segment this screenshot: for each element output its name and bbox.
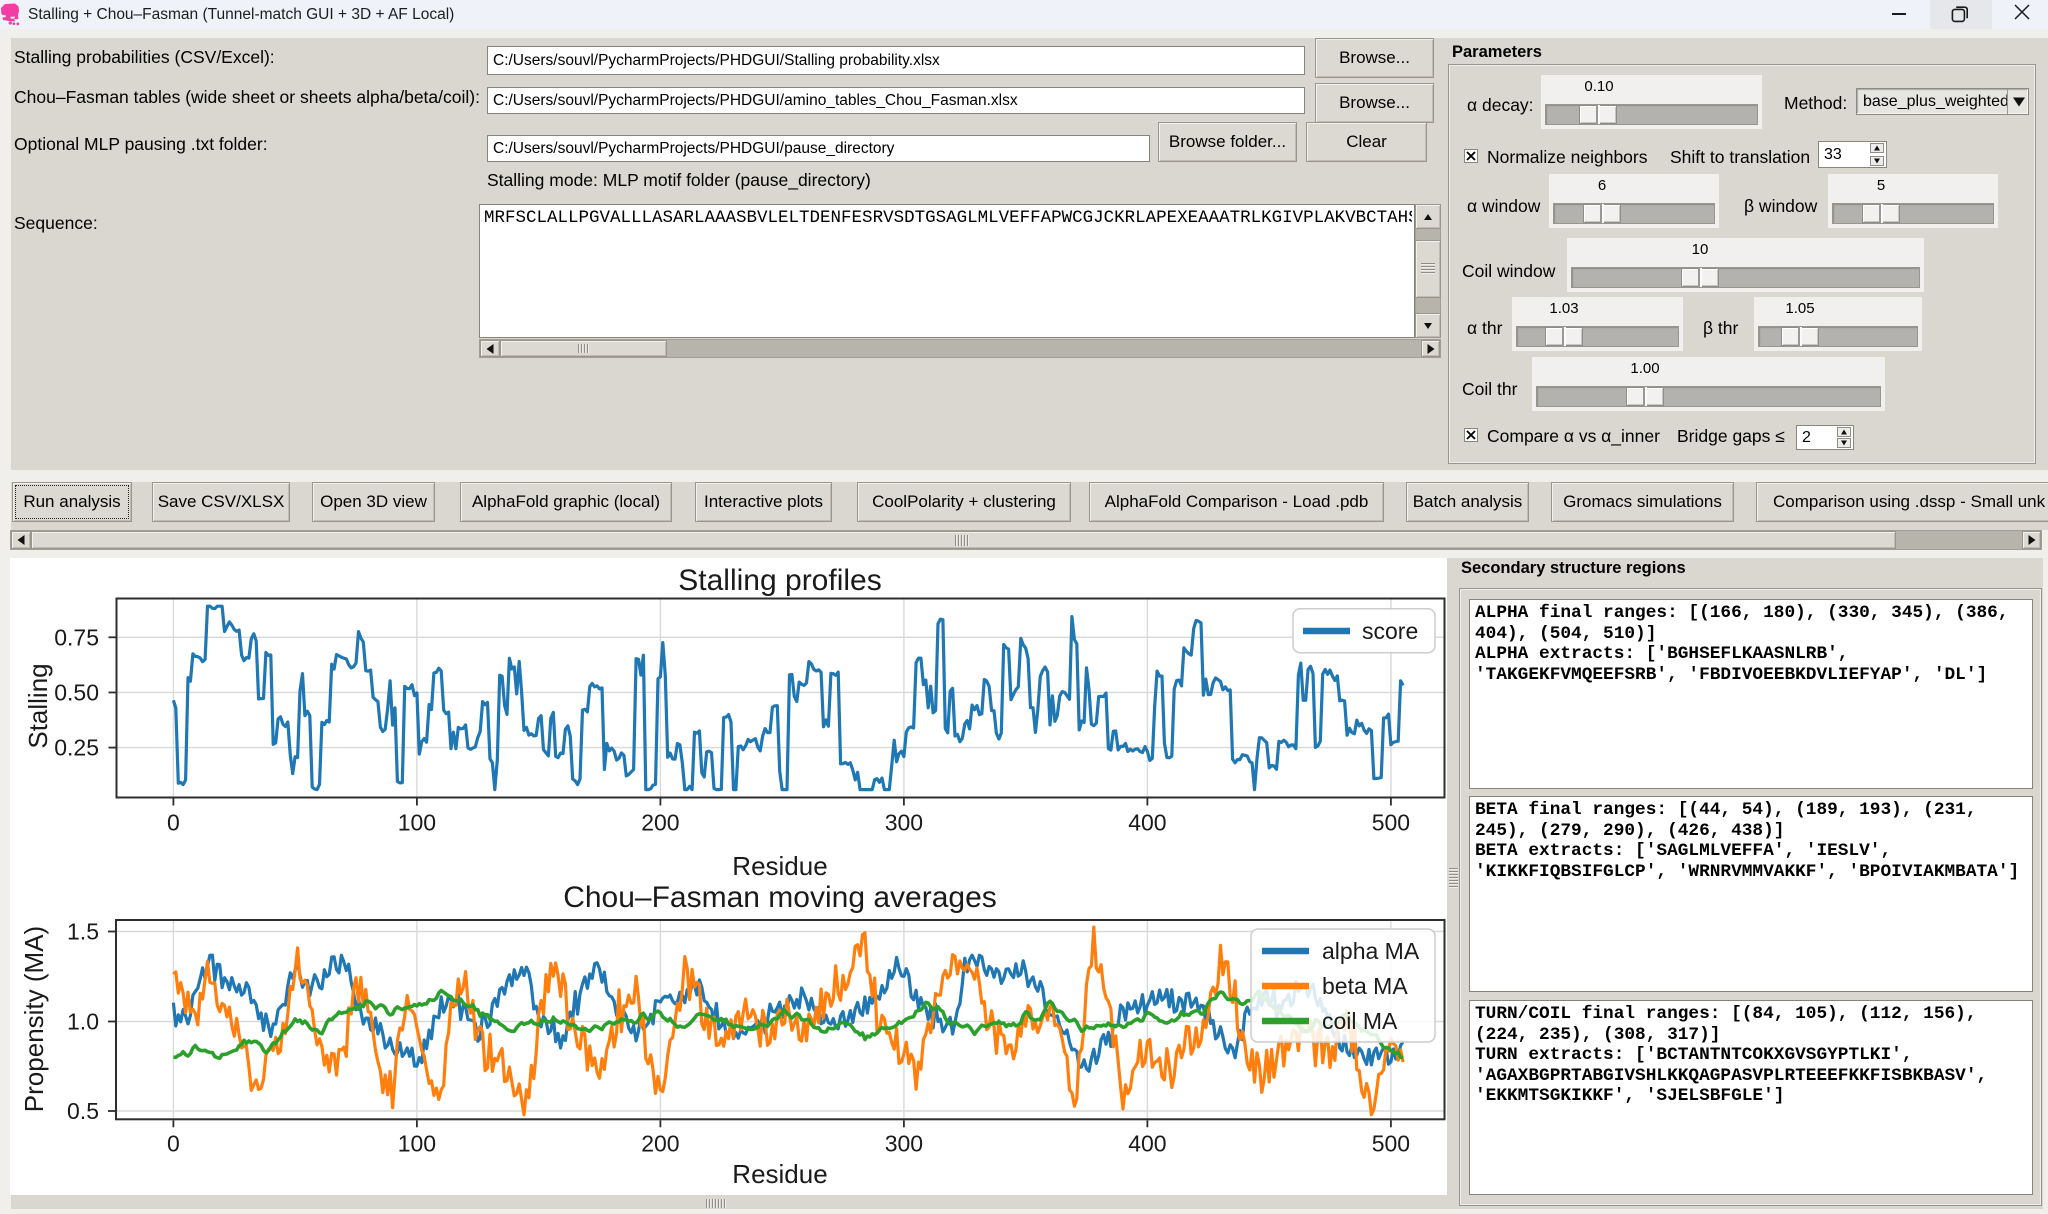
svg-text:0.5: 0.5 bbox=[67, 1098, 99, 1124]
svg-text:Chou–Fasman moving averages: Chou–Fasman moving averages bbox=[563, 881, 997, 914]
svg-text:1.5: 1.5 bbox=[67, 919, 99, 945]
svg-text:0: 0 bbox=[167, 1131, 180, 1157]
svg-text:score: score bbox=[1362, 618, 1418, 644]
svg-text:300: 300 bbox=[885, 810, 923, 836]
svg-text:0: 0 bbox=[167, 810, 180, 836]
svg-text:0.25: 0.25 bbox=[54, 735, 99, 761]
svg-text:Stalling profiles: Stalling profiles bbox=[678, 564, 881, 597]
svg-text:Residue: Residue bbox=[732, 1159, 827, 1189]
svg-text:beta MA: beta MA bbox=[1322, 973, 1408, 999]
svg-text:100: 100 bbox=[398, 1131, 436, 1157]
svg-text:100: 100 bbox=[398, 810, 436, 836]
svg-text:400: 400 bbox=[1128, 810, 1166, 836]
svg-text:300: 300 bbox=[885, 1131, 923, 1157]
svg-text:500: 500 bbox=[1372, 1131, 1410, 1157]
svg-text:alpha MA: alpha MA bbox=[1322, 938, 1420, 964]
svg-text:0.50: 0.50 bbox=[54, 679, 99, 705]
svg-text:500: 500 bbox=[1372, 810, 1410, 836]
svg-text:400: 400 bbox=[1128, 1131, 1166, 1157]
svg-text:1.0: 1.0 bbox=[67, 1009, 99, 1035]
svg-text:Propensity (MA): Propensity (MA) bbox=[19, 926, 49, 1112]
svg-text:Residue: Residue bbox=[732, 851, 827, 881]
svg-text:Stalling: Stalling bbox=[23, 663, 53, 748]
svg-text:200: 200 bbox=[641, 810, 679, 836]
svg-text:0.75: 0.75 bbox=[54, 624, 99, 650]
svg-text:200: 200 bbox=[641, 1131, 679, 1157]
svg-text:coil MA: coil MA bbox=[1322, 1008, 1398, 1034]
